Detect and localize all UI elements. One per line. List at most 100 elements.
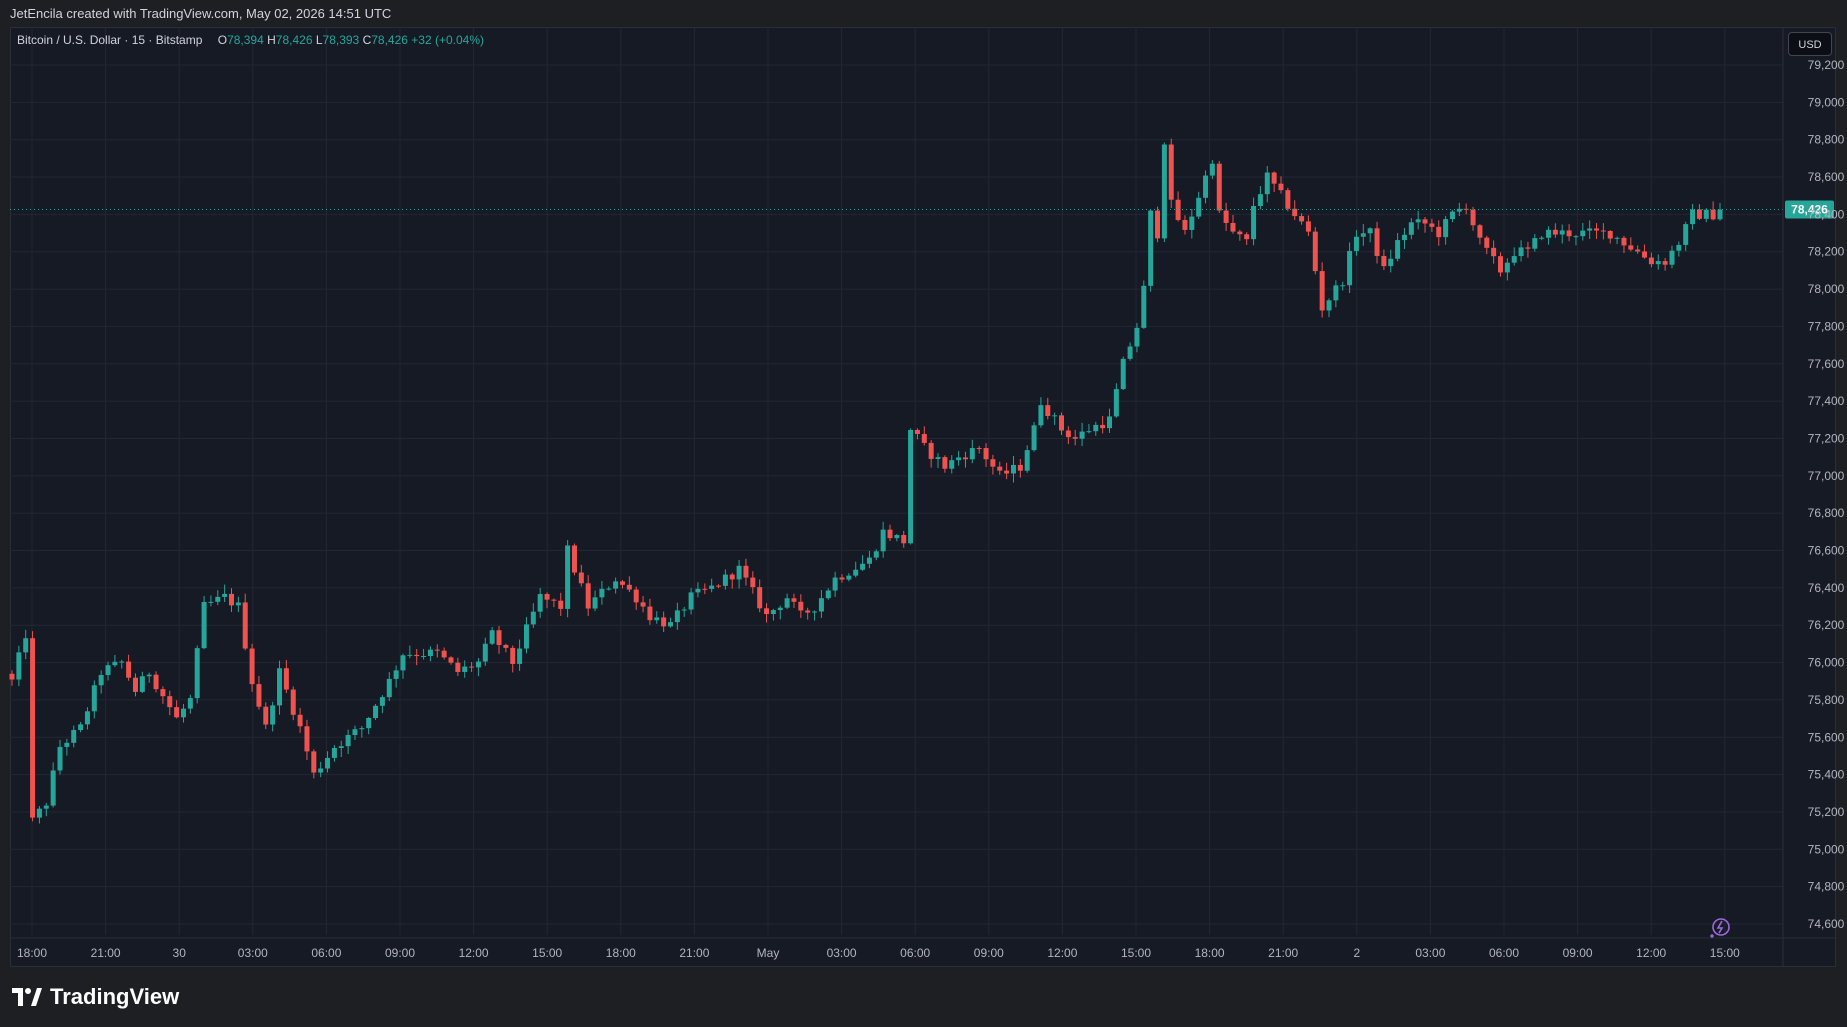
candles-layer [9,138,1723,824]
candle-body [1710,209,1716,220]
candle-body [976,448,982,450]
candle [510,645,516,673]
candle-body [1511,256,1517,263]
candle [1511,247,1517,266]
candle-body [1340,285,1346,287]
candle [359,726,365,738]
candle [791,593,797,609]
candle [270,701,276,732]
candle-body [256,684,262,707]
candle-body [1086,431,1092,433]
candle-body [180,708,186,718]
candle [283,660,289,694]
candle [126,654,132,681]
candle [297,708,303,733]
candle-body [688,592,694,610]
candle-body [517,648,523,664]
candle [1360,224,1366,246]
candle-body [1285,190,1291,209]
candle-body [764,608,770,615]
candle-body [455,662,461,672]
candle-body [674,610,680,623]
candle-body [475,661,481,668]
candle-body [626,584,632,590]
candle-body [71,729,77,743]
candle-body [1566,230,1572,237]
lightning-icon[interactable] [1708,916,1732,940]
candle [736,559,742,589]
candle [1690,204,1696,230]
candle-body [853,569,859,576]
candle [894,533,900,542]
candle [606,586,612,591]
candle-body [1552,229,1558,235]
y-tick-label: 76,000 [1808,656,1845,670]
candle-body [1717,209,1723,220]
candle-body [139,676,145,692]
candle-body [1148,210,1154,286]
candle-body [654,617,660,621]
candle-body [784,598,790,608]
candle [757,579,763,613]
candle [770,608,776,621]
candle [64,738,70,756]
candle-body [1559,230,1565,235]
x-tick-label: 09:00 [1563,946,1593,960]
currency-button[interactable]: USD [1788,32,1832,56]
candle [1415,210,1421,230]
candle-body [798,601,804,611]
candle [1594,223,1600,239]
candle-body [1696,209,1702,219]
candle [1333,280,1339,308]
candle [1065,426,1071,445]
candle-body [702,588,708,590]
candle [249,643,255,692]
candle [578,564,584,587]
tradingview-logo[interactable]: TradingView [12,984,179,1010]
candle-body [640,602,646,607]
candle-body [201,601,207,649]
candle-body [290,689,296,715]
candle-body [544,594,550,600]
candle [222,584,228,602]
candle-body [249,648,255,685]
candle-body [1470,209,1476,226]
candle [235,596,241,613]
candle [846,573,852,582]
y-tick-label: 78,400 [1808,207,1845,221]
candle [1642,244,1648,259]
candle [1141,280,1147,329]
candle-body [1525,247,1531,249]
candle [503,643,509,653]
x-tick-label: 30 [173,946,187,960]
candle [1093,421,1099,436]
candle-body [743,565,749,578]
candle-body [297,714,303,727]
close-label: C [362,33,372,47]
candle [180,703,186,723]
candle-body [1353,236,1359,251]
candle-body [1436,226,1442,238]
candle [421,648,427,660]
candle-body [1600,230,1606,232]
candle [1264,166,1270,203]
candle [277,660,283,715]
candle-body [64,742,70,747]
x-tick-label: 18:00 [17,946,47,960]
candle [1628,237,1634,252]
candle [1491,240,1497,264]
candle-body [30,638,36,818]
candle-body [1305,221,1311,232]
candle [43,802,49,817]
candle [1463,203,1469,215]
candlestick-chart[interactable]: 78,426 79,20079,00078,80078,60078,40078,… [0,0,1847,1027]
candle-body [1422,219,1428,224]
x-tick-label: 12:00 [1047,946,1077,960]
y-tick-label: 77,200 [1808,431,1845,445]
y-tick-label: 76,400 [1808,581,1845,595]
candle [386,672,392,702]
candle-body [23,638,29,653]
candle [496,625,502,654]
candle [331,744,337,762]
candle [1223,202,1229,231]
